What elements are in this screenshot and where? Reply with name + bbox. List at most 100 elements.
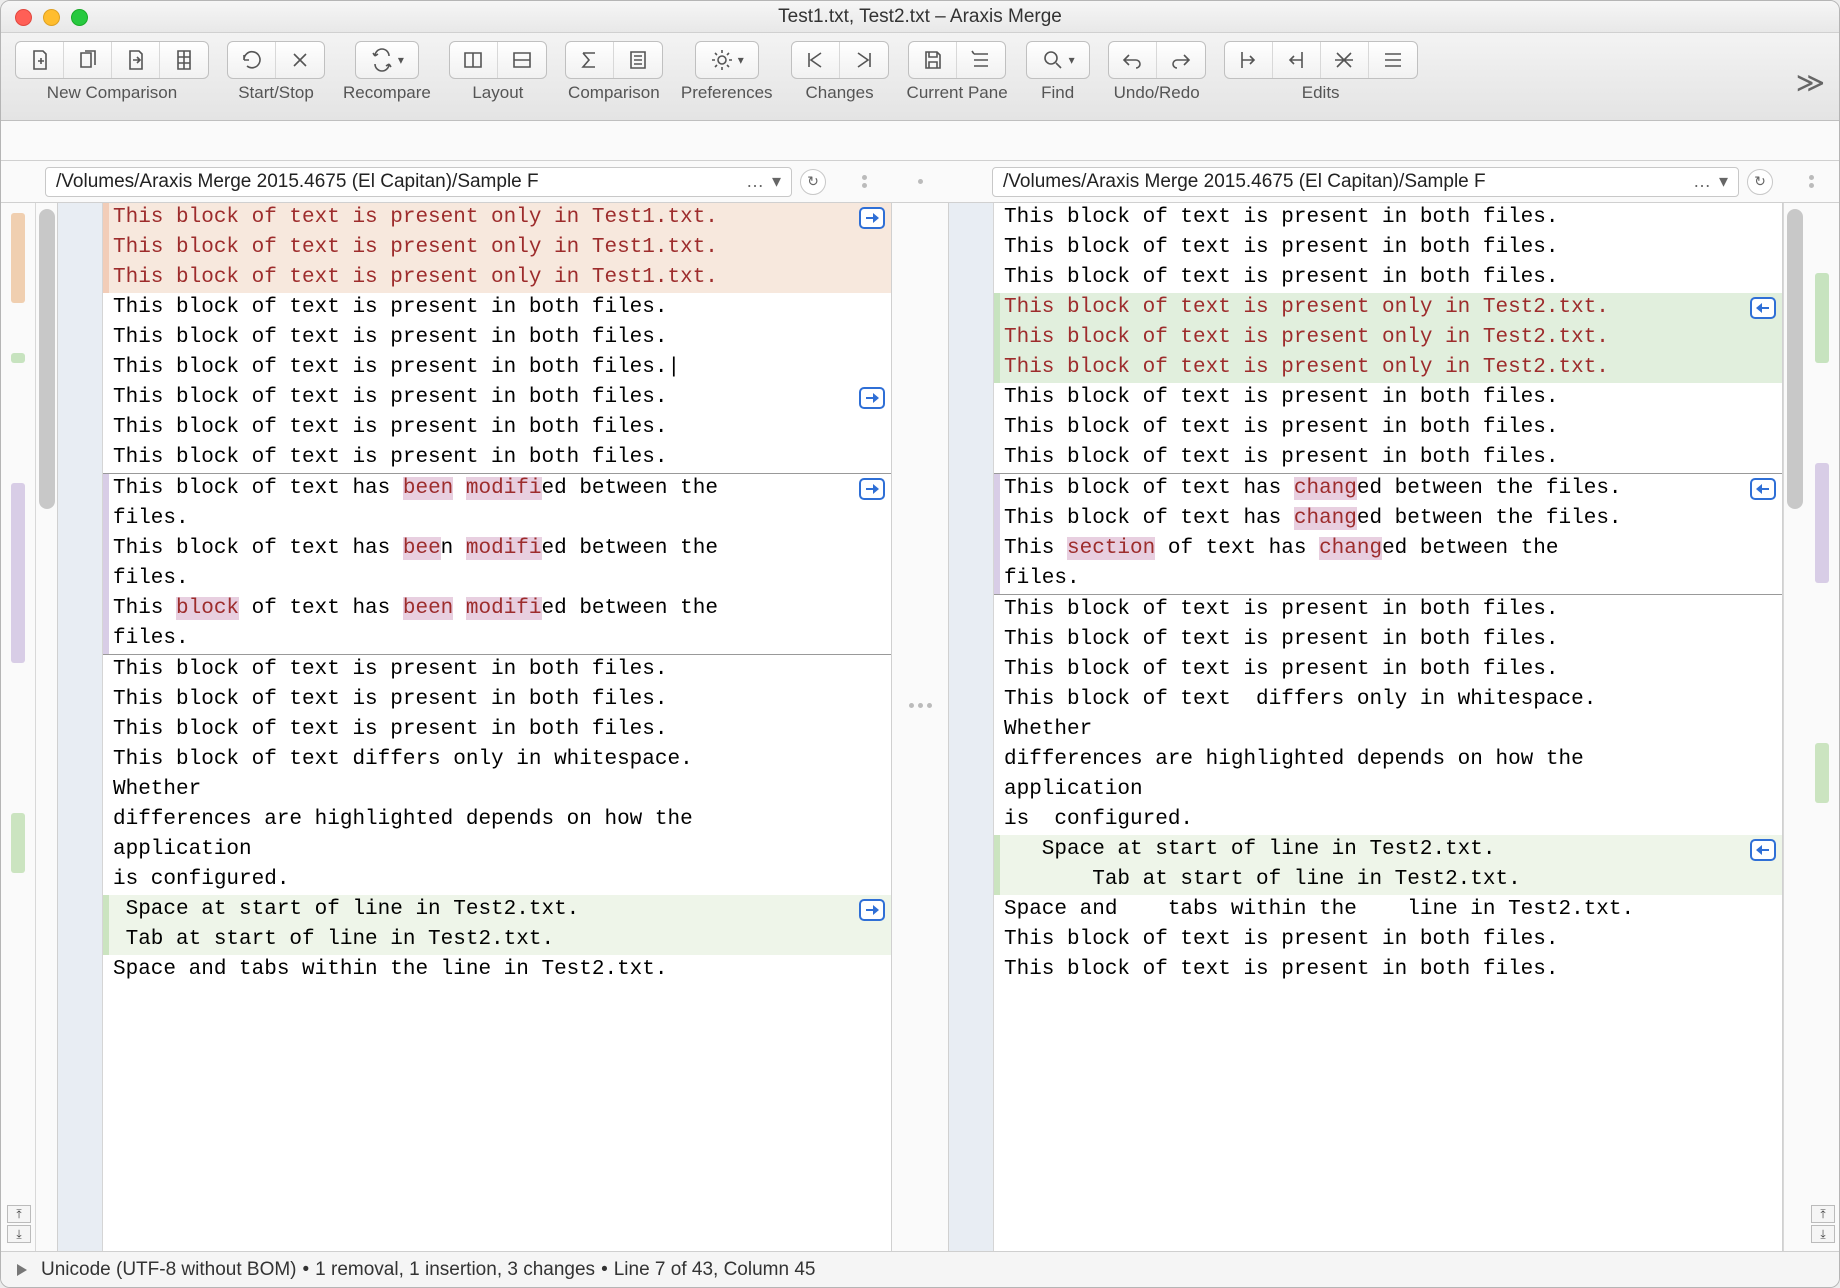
chevron-down-icon[interactable]: ▾	[1719, 171, 1728, 192]
toolbar-overflow-button[interactable]: ≫	[1796, 62, 1825, 99]
overview-marker[interactable]	[11, 213, 25, 303]
code-line[interactable]: Tab at start of line in Test2.txt.	[994, 865, 1782, 895]
right-path-input[interactable]: /Volumes/Araxis Merge 2015.4675 (El Capi…	[992, 167, 1739, 197]
code-line[interactable]: is configured.	[994, 805, 1782, 835]
merge-left-button[interactable]	[1750, 297, 1776, 319]
code-line[interactable]: This block of text is present in both fi…	[994, 655, 1782, 685]
code-line[interactable]: This block of text differs only in white…	[994, 685, 1782, 715]
left-path-input[interactable]: /Volumes/Araxis Merge 2015.4675 (El Capi…	[45, 167, 792, 197]
overview-marker[interactable]	[11, 813, 25, 873]
code-line[interactable]: application	[103, 835, 891, 865]
code-line[interactable]: This block of text is present only in Te…	[994, 293, 1782, 323]
code-line[interactable]: This block of text is present in both fi…	[994, 595, 1782, 625]
code-line[interactable]: This block of text has been modified bet…	[103, 534, 891, 564]
code-line[interactable]: This block of text is present only in Te…	[994, 323, 1782, 353]
edit1-button[interactable]	[1225, 42, 1273, 78]
code-line[interactable]: This block of text is present in both fi…	[994, 263, 1782, 293]
redo-button[interactable]	[1157, 42, 1205, 78]
overview-marker[interactable]	[11, 353, 25, 363]
code-line[interactable]: This block of text is present in both fi…	[994, 383, 1782, 413]
code-line[interactable]: This block of text is present in both fi…	[994, 203, 1782, 233]
first-change-button[interactable]	[792, 42, 840, 78]
code-line[interactable]: This block of text has changed between t…	[994, 504, 1782, 534]
code-line[interactable]: Whether	[103, 775, 891, 805]
gear-button[interactable]: ▾	[696, 42, 758, 78]
edit3-button[interactable]	[1321, 42, 1369, 78]
code-line[interactable]: This block of text is present in both fi…	[103, 685, 891, 715]
code-line[interactable]: This block of text is present in both fi…	[994, 413, 1782, 443]
right-history-button[interactable]: ↻	[1747, 169, 1773, 195]
code-line[interactable]: This block of text has been modified bet…	[103, 594, 891, 624]
next-change-button[interactable]	[840, 42, 888, 78]
code-line[interactable]: application	[994, 775, 1782, 805]
code-line[interactable]: This block of text is present in both fi…	[103, 655, 891, 685]
code-line[interactable]: This block of text has changed between t…	[994, 474, 1782, 504]
doc-dup-button[interactable]	[64, 42, 112, 78]
code-line[interactable]: files.	[103, 564, 891, 594]
edit4-button[interactable]	[1369, 42, 1417, 78]
status-disclosure-icon[interactable]	[17, 1264, 27, 1276]
nav-bottom-button[interactable]: ⤓	[7, 1225, 31, 1243]
code-line[interactable]: This block of text is present in both fi…	[994, 625, 1782, 655]
cancel-button[interactable]	[276, 42, 324, 78]
code-line[interactable]: is configured.	[103, 865, 891, 895]
overview-marker[interactable]	[1815, 273, 1829, 363]
code-line[interactable]: This block of text has been modified bet…	[103, 474, 891, 504]
right-overview-margin[interactable]: ⤒ ⤓	[1805, 203, 1839, 1251]
minimize-window-button[interactable]	[43, 9, 60, 26]
code-line[interactable]: files.	[994, 564, 1782, 594]
doc-arrow-button[interactable]	[112, 42, 160, 78]
code-line[interactable]: Space and tabs within the line in Test2.…	[994, 895, 1782, 925]
chevron-down-icon[interactable]: ▾	[772, 171, 781, 192]
reload-button[interactable]	[228, 42, 276, 78]
code-line[interactable]: This block of text is present in both fi…	[994, 955, 1782, 985]
merge-right-button[interactable]	[859, 899, 885, 921]
code-line[interactable]: files.	[103, 624, 891, 654]
code-line[interactable]: This block of text is present in both fi…	[103, 413, 891, 443]
merge-right-button[interactable]	[859, 478, 885, 500]
merge-left-button[interactable]	[1750, 478, 1776, 500]
left-history-button[interactable]: ↻	[800, 169, 826, 195]
code-line[interactable]: Space at start of line in Test2.txt.	[103, 895, 891, 925]
code-line[interactable]: This block of text is present in both fi…	[994, 443, 1782, 473]
doc-grid-button[interactable]	[160, 42, 208, 78]
rules-button[interactable]	[614, 42, 662, 78]
search-button[interactable]: ▾	[1027, 42, 1089, 78]
code-line[interactable]: This block of text is present in both fi…	[103, 715, 891, 745]
code-line[interactable]: Tab at start of line in Test2.txt.	[103, 925, 891, 955]
recompare-button[interactable]: ▾	[356, 42, 418, 78]
code-line[interactable]: differences are highlighted depends on h…	[994, 745, 1782, 775]
code-line[interactable]: This block of text is present only in Te…	[103, 203, 891, 233]
nav-top-button[interactable]: ⤒	[7, 1205, 31, 1223]
split-h-button[interactable]	[450, 42, 498, 78]
left-text-area[interactable]: This block of text is present only in Te…	[103, 203, 892, 1251]
save-button[interactable]	[909, 42, 957, 78]
nav-bottom-button[interactable]: ⤓	[1811, 1225, 1835, 1243]
code-line[interactable]: differences are highlighted depends on h…	[103, 805, 891, 835]
code-line[interactable]: Space and tabs within the line in Test2.…	[103, 955, 891, 985]
code-line[interactable]: This block of text is present only in Te…	[994, 353, 1782, 383]
sigma-button[interactable]	[566, 42, 614, 78]
overview-marker[interactable]	[1815, 463, 1829, 583]
split-v-button[interactable]	[498, 42, 546, 78]
code-line[interactable]: This block of text differs only in white…	[103, 745, 891, 775]
code-line[interactable]: This block of text is present only in Te…	[103, 233, 891, 263]
left-scrollbar[interactable]	[35, 203, 57, 1251]
code-line[interactable]: This block of text is present in both fi…	[994, 925, 1782, 955]
merge-right-button[interactable]	[859, 207, 885, 229]
code-line[interactable]: This block of text is present only in Te…	[103, 263, 891, 293]
code-line[interactable]: This block of text is present in both fi…	[103, 323, 891, 353]
overview-marker[interactable]	[1815, 743, 1829, 803]
doc-plus-button[interactable]	[16, 42, 64, 78]
right-scrollbar[interactable]	[1783, 203, 1805, 1251]
code-line[interactable]: Whether	[994, 715, 1782, 745]
right-text-area[interactable]: This block of text is present in both fi…	[994, 203, 1783, 1251]
code-line[interactable]: This section of text has changed between…	[994, 534, 1782, 564]
code-line[interactable]: This block of text is present in both fi…	[994, 233, 1782, 263]
overview-marker[interactable]	[11, 483, 25, 663]
code-line[interactable]: This block of text is present in both fi…	[103, 443, 891, 473]
rename-button[interactable]	[957, 42, 1005, 78]
code-line[interactable]: This block of text is present in both fi…	[103, 353, 891, 383]
undo-button[interactable]	[1109, 42, 1157, 78]
code-line[interactable]: files.	[103, 504, 891, 534]
